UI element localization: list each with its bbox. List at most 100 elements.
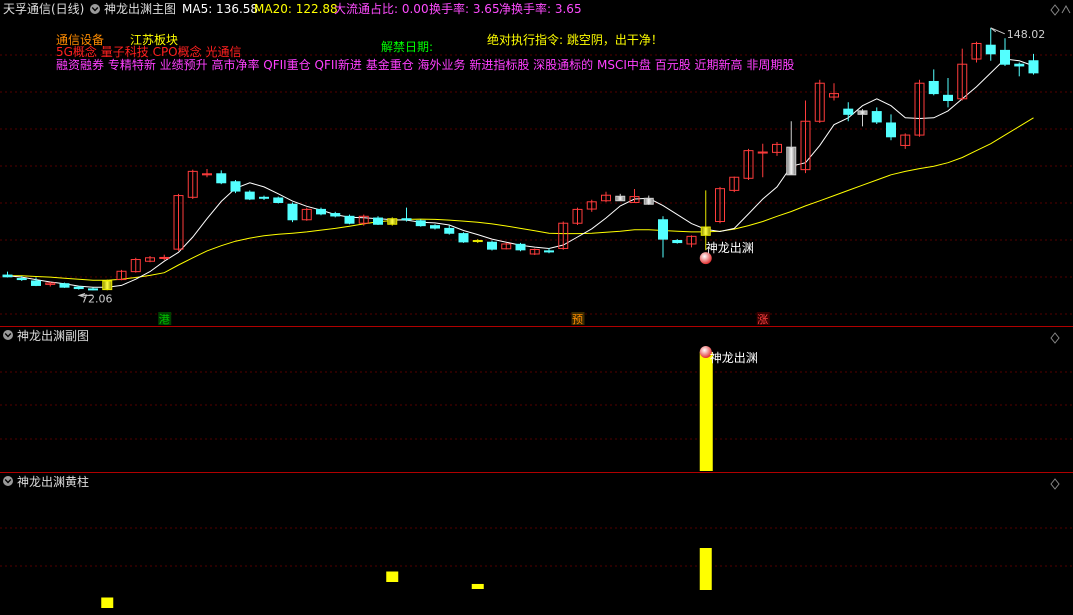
- candle[interactable]: [1028, 53, 1039, 75]
- concepts-line2: 融资融券 专精特新 业绩预升 高市净率 QFII重仓 QFII新进 基金重仓 海…: [56, 57, 794, 72]
- candle[interactable]: [971, 41, 982, 63]
- candle-body: [1000, 49, 1010, 65]
- unlock-date-label: 解禁日期:: [381, 40, 433, 54]
- candle[interactable]: [59, 282, 70, 288]
- ma20-line: [7, 117, 1034, 281]
- candle[interactable]: [886, 114, 896, 141]
- collapse-icon[interactable]: [90, 4, 100, 14]
- main-header: 天孚通信(日线) 神龙出渊主图 MA5: 136.58 MA20: 122.88…: [3, 1, 582, 16]
- candle[interactable]: [430, 224, 440, 230]
- candle[interactable]: [130, 257, 141, 273]
- sub2-collapse-icon[interactable]: [3, 476, 13, 486]
- candle[interactable]: [202, 168, 212, 178]
- candle[interactable]: [145, 256, 155, 263]
- candle-body: [985, 44, 996, 55]
- candle-body: [216, 173, 227, 184]
- candle[interactable]: [230, 180, 241, 194]
- candle[interactable]: [301, 207, 312, 221]
- candle[interactable]: [985, 27, 996, 61]
- candle[interactable]: [344, 214, 355, 225]
- candle[interactable]: [173, 193, 184, 251]
- candle[interactable]: [800, 100, 811, 174]
- signal-bar: [699, 352, 713, 471]
- candle[interactable]: [259, 195, 269, 201]
- candle[interactable]: [287, 202, 298, 223]
- candle-body: [615, 195, 626, 202]
- candle[interactable]: [401, 207, 412, 222]
- candle[interactable]: [643, 195, 654, 205]
- candle[interactable]: [814, 79, 825, 123]
- event-marker[interactable]: 涨: [757, 313, 768, 326]
- candle[interactable]: [943, 78, 953, 108]
- candle-body: [16, 278, 27, 281]
- candle-body: [700, 226, 711, 236]
- candle-body: [73, 286, 84, 290]
- sub1-expand-icon[interactable]: [1050, 332, 1060, 344]
- candle[interactable]: [458, 232, 469, 243]
- candle[interactable]: [871, 107, 882, 125]
- candle[interactable]: [928, 69, 939, 96]
- yellow-bar: [386, 571, 399, 582]
- candle[interactable]: [515, 242, 526, 252]
- ma20-layer: [7, 117, 1034, 281]
- candle-body: [31, 280, 41, 286]
- candle-body: [259, 196, 269, 199]
- candle[interactable]: [914, 79, 925, 137]
- chart-window: 天孚通信(日线) 神龙出渊主图 MA5: 136.58 MA20: 122.88…: [0, 0, 1073, 612]
- candle[interactable]: [102, 279, 113, 291]
- candle[interactable]: [330, 211, 341, 218]
- candle-body: [1028, 60, 1039, 74]
- sub1-collapse-icon[interactable]: [3, 330, 13, 340]
- event-marker[interactable]: 港: [159, 313, 170, 326]
- event-marker[interactable]: 预: [572, 313, 583, 326]
- candle-body: [415, 220, 426, 227]
- candle[interactable]: [615, 193, 626, 202]
- candle[interactable]: [900, 133, 911, 149]
- candle[interactable]: [715, 186, 725, 224]
- low-marker-label: 72.06: [81, 292, 113, 305]
- info-block: 通信设备 江苏板块 解禁日期: 绝对执行指令: 跳空阴，出干净！ 5G概念 量子…: [56, 32, 794, 72]
- candle[interactable]: [857, 109, 868, 127]
- candle[interactable]: [601, 191, 611, 203]
- sub2-expand-icon[interactable]: [1050, 478, 1060, 490]
- candle[interactable]: [373, 216, 383, 225]
- candle[interactable]: [1014, 62, 1025, 77]
- candle[interactable]: [387, 217, 398, 226]
- candle[interactable]: [772, 141, 782, 156]
- candle[interactable]: [658, 216, 668, 258]
- sub2-title[interactable]: 神龙出渊黄柱: [17, 474, 89, 489]
- candle[interactable]: [501, 242, 512, 250]
- candle[interactable]: [487, 240, 497, 251]
- candle[interactable]: [88, 287, 98, 291]
- candle-body: [373, 217, 383, 225]
- candle[interactable]: [572, 207, 583, 225]
- yellow-bar: [471, 583, 484, 589]
- candle[interactable]: [444, 225, 455, 235]
- candle[interactable]: [187, 169, 198, 200]
- scroll-up-icon[interactable]: [1061, 4, 1071, 14]
- candle[interactable]: [244, 190, 255, 201]
- candle[interactable]: [743, 148, 754, 181]
- candle[interactable]: [529, 248, 540, 256]
- candle-body: [1014, 63, 1025, 67]
- candle[interactable]: [786, 121, 797, 176]
- candle[interactable]: [757, 143, 768, 178]
- candle[interactable]: [1000, 38, 1010, 66]
- candle-body: [857, 110, 868, 115]
- candle[interactable]: [843, 102, 854, 122]
- expand-icon[interactable]: [1050, 4, 1060, 16]
- candle[interactable]: [586, 199, 597, 212]
- candle[interactable]: [544, 248, 554, 254]
- candle[interactable]: [273, 196, 284, 204]
- candle[interactable]: [216, 170, 227, 185]
- indicator-name[interactable]: 神龙出渊主图: [104, 2, 176, 16]
- candle[interactable]: [2, 271, 13, 278]
- candle[interactable]: [415, 219, 426, 227]
- candle-body: [401, 218, 412, 221]
- candle[interactable]: [686, 235, 697, 248]
- candle[interactable]: [45, 281, 56, 287]
- candle-body: [515, 243, 526, 251]
- sub1-title[interactable]: 神龙出渊副图: [17, 329, 89, 343]
- candle[interactable]: [957, 48, 968, 101]
- candle[interactable]: [729, 176, 740, 193]
